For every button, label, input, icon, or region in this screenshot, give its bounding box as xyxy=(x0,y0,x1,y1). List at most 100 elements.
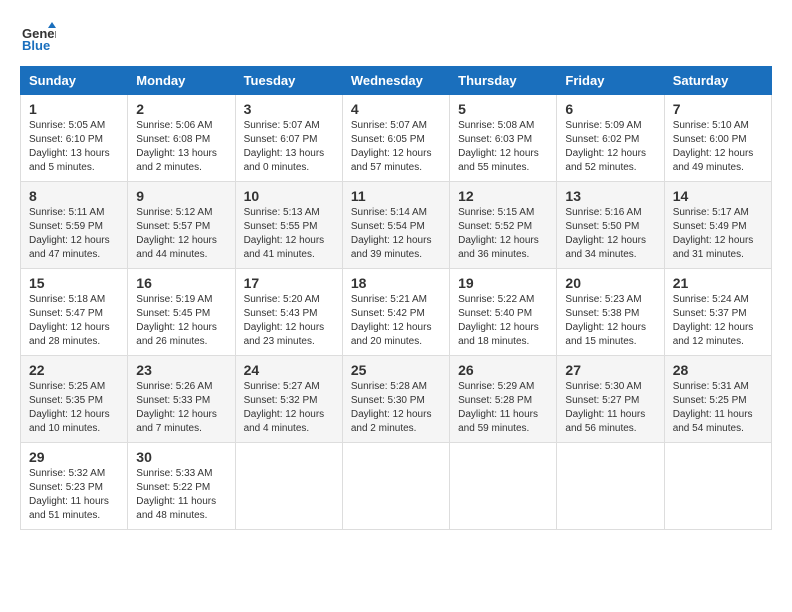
day-info: Sunrise: 5:07 AMSunset: 6:05 PMDaylight:… xyxy=(351,120,432,173)
weekday-header-saturday: Saturday xyxy=(664,67,771,95)
calendar-cell: 15 Sunrise: 5:18 AMSunset: 5:47 PMDaylig… xyxy=(21,269,128,356)
day-info: Sunrise: 5:19 AMSunset: 5:45 PMDaylight:… xyxy=(136,294,217,347)
calendar-cell: 22 Sunrise: 5:25 AMSunset: 5:35 PMDaylig… xyxy=(21,356,128,443)
day-info: Sunrise: 5:28 AMSunset: 5:30 PMDaylight:… xyxy=(351,381,432,434)
day-info: Sunrise: 5:20 AMSunset: 5:43 PMDaylight:… xyxy=(244,294,325,347)
day-info: Sunrise: 5:24 AMSunset: 5:37 PMDaylight:… xyxy=(673,294,754,347)
svg-text:Blue: Blue xyxy=(22,38,50,53)
day-number: 16 xyxy=(136,275,226,291)
calendar-cell: 18 Sunrise: 5:21 AMSunset: 5:42 PMDaylig… xyxy=(342,269,449,356)
calendar-header-row: SundayMondayTuesdayWednesdayThursdayFrid… xyxy=(21,67,772,95)
day-number: 3 xyxy=(244,101,334,117)
day-number: 18 xyxy=(351,275,441,291)
day-info: Sunrise: 5:17 AMSunset: 5:49 PMDaylight:… xyxy=(673,207,754,260)
weekday-header-thursday: Thursday xyxy=(450,67,557,95)
calendar-cell: 23 Sunrise: 5:26 AMSunset: 5:33 PMDaylig… xyxy=(128,356,235,443)
day-info: Sunrise: 5:14 AMSunset: 5:54 PMDaylight:… xyxy=(351,207,432,260)
day-number: 29 xyxy=(29,449,119,465)
calendar-cell: 20 Sunrise: 5:23 AMSunset: 5:38 PMDaylig… xyxy=(557,269,664,356)
day-info: Sunrise: 5:22 AMSunset: 5:40 PMDaylight:… xyxy=(458,294,539,347)
day-info: Sunrise: 5:07 AMSunset: 6:07 PMDaylight:… xyxy=(244,120,325,173)
calendar-cell xyxy=(557,443,664,530)
day-info: Sunrise: 5:30 AMSunset: 5:27 PMDaylight:… xyxy=(565,381,645,434)
day-info: Sunrise: 5:16 AMSunset: 5:50 PMDaylight:… xyxy=(565,207,646,260)
day-info: Sunrise: 5:15 AMSunset: 5:52 PMDaylight:… xyxy=(458,207,539,260)
day-info: Sunrise: 5:31 AMSunset: 5:25 PMDaylight:… xyxy=(673,381,753,434)
calendar-cell: 27 Sunrise: 5:30 AMSunset: 5:27 PMDaylig… xyxy=(557,356,664,443)
calendar-cell: 11 Sunrise: 5:14 AMSunset: 5:54 PMDaylig… xyxy=(342,182,449,269)
day-number: 22 xyxy=(29,362,119,378)
day-info: Sunrise: 5:11 AMSunset: 5:59 PMDaylight:… xyxy=(29,207,110,260)
day-number: 1 xyxy=(29,101,119,117)
weekday-header-sunday: Sunday xyxy=(21,67,128,95)
calendar-cell: 6 Sunrise: 5:09 AMSunset: 6:02 PMDayligh… xyxy=(557,95,664,182)
weekday-header-tuesday: Tuesday xyxy=(235,67,342,95)
day-number: 13 xyxy=(565,188,655,204)
calendar-cell xyxy=(664,443,771,530)
day-info: Sunrise: 5:06 AMSunset: 6:08 PMDaylight:… xyxy=(136,120,217,173)
day-number: 25 xyxy=(351,362,441,378)
calendar-week-3: 15 Sunrise: 5:18 AMSunset: 5:47 PMDaylig… xyxy=(21,269,772,356)
calendar-cell: 16 Sunrise: 5:19 AMSunset: 5:45 PMDaylig… xyxy=(128,269,235,356)
day-info: Sunrise: 5:09 AMSunset: 6:02 PMDaylight:… xyxy=(565,120,646,173)
day-info: Sunrise: 5:25 AMSunset: 5:35 PMDaylight:… xyxy=(29,381,110,434)
day-info: Sunrise: 5:05 AMSunset: 6:10 PMDaylight:… xyxy=(29,120,110,173)
page-header: General Blue xyxy=(20,20,772,56)
calendar-cell: 30 Sunrise: 5:33 AMSunset: 5:22 PMDaylig… xyxy=(128,443,235,530)
calendar-cell: 21 Sunrise: 5:24 AMSunset: 5:37 PMDaylig… xyxy=(664,269,771,356)
weekday-header-monday: Monday xyxy=(128,67,235,95)
day-number: 11 xyxy=(351,188,441,204)
calendar-cell: 7 Sunrise: 5:10 AMSunset: 6:00 PMDayligh… xyxy=(664,95,771,182)
calendar-cell: 29 Sunrise: 5:32 AMSunset: 5:23 PMDaylig… xyxy=(21,443,128,530)
calendar-cell: 25 Sunrise: 5:28 AMSunset: 5:30 PMDaylig… xyxy=(342,356,449,443)
calendar-cell xyxy=(235,443,342,530)
calendar-cell: 9 Sunrise: 5:12 AMSunset: 5:57 PMDayligh… xyxy=(128,182,235,269)
logo: General Blue xyxy=(20,20,60,56)
day-number: 8 xyxy=(29,188,119,204)
day-number: 28 xyxy=(673,362,763,378)
calendar-week-5: 29 Sunrise: 5:32 AMSunset: 5:23 PMDaylig… xyxy=(21,443,772,530)
calendar-week-2: 8 Sunrise: 5:11 AMSunset: 5:59 PMDayligh… xyxy=(21,182,772,269)
day-info: Sunrise: 5:33 AMSunset: 5:22 PMDaylight:… xyxy=(136,468,216,521)
day-info: Sunrise: 5:13 AMSunset: 5:55 PMDaylight:… xyxy=(244,207,325,260)
calendar-cell: 13 Sunrise: 5:16 AMSunset: 5:50 PMDaylig… xyxy=(557,182,664,269)
calendar-week-4: 22 Sunrise: 5:25 AMSunset: 5:35 PMDaylig… xyxy=(21,356,772,443)
day-number: 6 xyxy=(565,101,655,117)
calendar-cell: 17 Sunrise: 5:20 AMSunset: 5:43 PMDaylig… xyxy=(235,269,342,356)
calendar-cell: 28 Sunrise: 5:31 AMSunset: 5:25 PMDaylig… xyxy=(664,356,771,443)
day-number: 14 xyxy=(673,188,763,204)
day-info: Sunrise: 5:12 AMSunset: 5:57 PMDaylight:… xyxy=(136,207,217,260)
day-number: 10 xyxy=(244,188,334,204)
day-number: 27 xyxy=(565,362,655,378)
day-info: Sunrise: 5:18 AMSunset: 5:47 PMDaylight:… xyxy=(29,294,110,347)
day-number: 26 xyxy=(458,362,548,378)
day-info: Sunrise: 5:21 AMSunset: 5:42 PMDaylight:… xyxy=(351,294,432,347)
calendar-table: SundayMondayTuesdayWednesdayThursdayFrid… xyxy=(20,66,772,530)
day-number: 15 xyxy=(29,275,119,291)
weekday-header-friday: Friday xyxy=(557,67,664,95)
calendar-cell: 4 Sunrise: 5:07 AMSunset: 6:05 PMDayligh… xyxy=(342,95,449,182)
day-info: Sunrise: 5:27 AMSunset: 5:32 PMDaylight:… xyxy=(244,381,325,434)
day-number: 12 xyxy=(458,188,548,204)
day-number: 2 xyxy=(136,101,226,117)
day-number: 9 xyxy=(136,188,226,204)
day-number: 19 xyxy=(458,275,548,291)
day-info: Sunrise: 5:32 AMSunset: 5:23 PMDaylight:… xyxy=(29,468,109,521)
day-number: 24 xyxy=(244,362,334,378)
day-info: Sunrise: 5:08 AMSunset: 6:03 PMDaylight:… xyxy=(458,120,539,173)
calendar-cell: 24 Sunrise: 5:27 AMSunset: 5:32 PMDaylig… xyxy=(235,356,342,443)
day-number: 30 xyxy=(136,449,226,465)
calendar-cell: 3 Sunrise: 5:07 AMSunset: 6:07 PMDayligh… xyxy=(235,95,342,182)
calendar-cell: 10 Sunrise: 5:13 AMSunset: 5:55 PMDaylig… xyxy=(235,182,342,269)
calendar-cell: 2 Sunrise: 5:06 AMSunset: 6:08 PMDayligh… xyxy=(128,95,235,182)
day-info: Sunrise: 5:26 AMSunset: 5:33 PMDaylight:… xyxy=(136,381,217,434)
calendar-cell: 19 Sunrise: 5:22 AMSunset: 5:40 PMDaylig… xyxy=(450,269,557,356)
calendar-cell: 1 Sunrise: 5:05 AMSunset: 6:10 PMDayligh… xyxy=(21,95,128,182)
day-number: 20 xyxy=(565,275,655,291)
day-number: 5 xyxy=(458,101,548,117)
calendar-cell: 26 Sunrise: 5:29 AMSunset: 5:28 PMDaylig… xyxy=(450,356,557,443)
day-number: 21 xyxy=(673,275,763,291)
calendar-week-1: 1 Sunrise: 5:05 AMSunset: 6:10 PMDayligh… xyxy=(21,95,772,182)
day-info: Sunrise: 5:10 AMSunset: 6:00 PMDaylight:… xyxy=(673,120,754,173)
day-number: 4 xyxy=(351,101,441,117)
